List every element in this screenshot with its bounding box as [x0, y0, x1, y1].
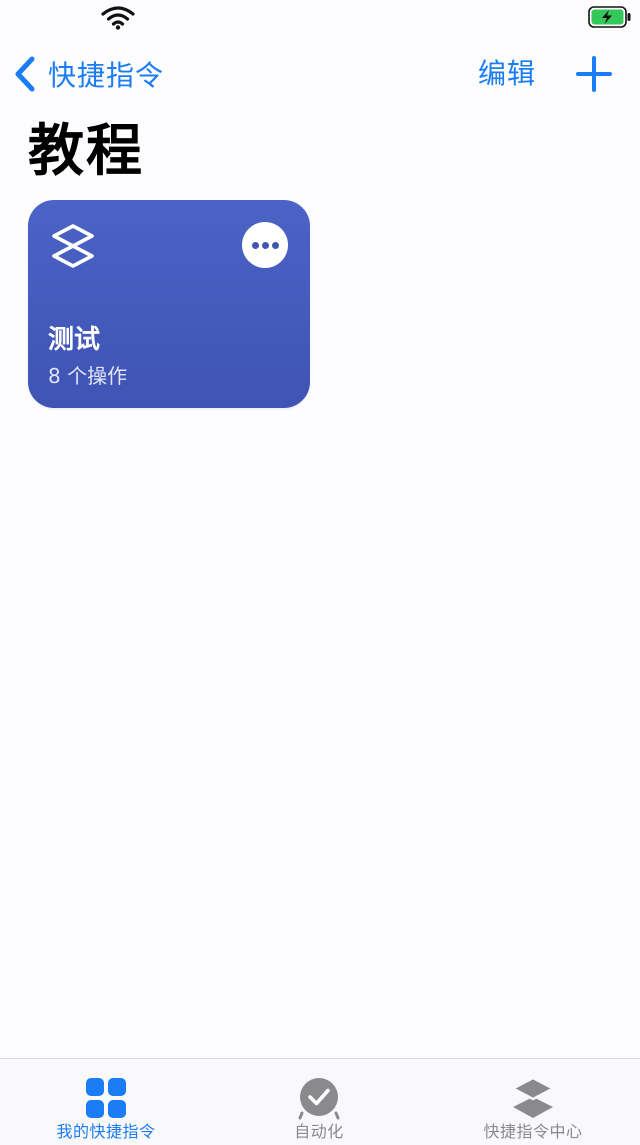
ellipsis-icon — [252, 242, 259, 249]
plus-icon[interactable] — [574, 54, 614, 94]
battery-charging-icon — [588, 6, 631, 28]
back-button-label: 快捷指令 — [48, 59, 165, 92]
tab-automation[interactable]: 自动化 — [212, 1059, 426, 1145]
more-options-button[interactable] — [242, 222, 288, 268]
tab-gallery[interactable]: 快捷指令中心 — [426, 1059, 640, 1145]
clock-check-icon — [298, 1078, 340, 1120]
navigation-bar: 快捷指令 编辑 — [0, 44, 640, 104]
wifi-icon — [101, 6, 135, 30]
page-title: 教程 — [28, 119, 144, 184]
layers-icon — [511, 1076, 555, 1118]
shortcut-card[interactable]: 测试 8 个操作 — [28, 200, 310, 408]
grid-icon — [86, 1078, 126, 1118]
tab-bar: 我的快捷指令 自动化 快捷指令中心 — [0, 1058, 640, 1145]
chevron-left-icon — [15, 56, 35, 92]
edit-button[interactable]: 编辑 — [478, 54, 536, 94]
status-bar — [0, 0, 640, 36]
tab-label: 自动化 — [294, 1122, 344, 1141]
layers-icon — [52, 224, 94, 268]
tab-my-shortcuts[interactable]: 我的快捷指令 — [0, 1059, 212, 1145]
tab-label: 快捷指令中心 — [483, 1122, 583, 1141]
tab-label: 我的快捷指令 — [56, 1122, 156, 1141]
shortcut-action-count: 8 个操作 — [48, 364, 128, 388]
shortcut-title: 测试 — [48, 325, 101, 355]
back-button[interactable]: 快捷指令 — [12, 52, 164, 96]
